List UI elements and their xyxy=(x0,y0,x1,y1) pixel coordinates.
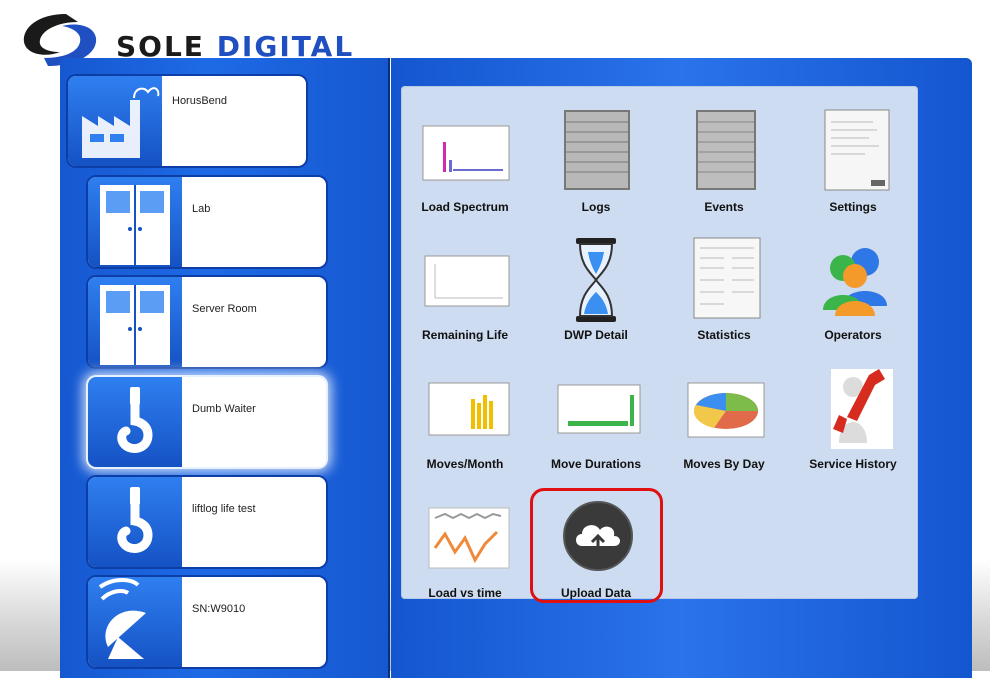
site-card-server-room[interactable]: Server Room xyxy=(88,277,326,367)
tile-load-spectrum[interactable]: Load Spectrum xyxy=(405,108,525,228)
tile-settings[interactable]: Settings xyxy=(793,108,913,228)
tile-label: DWP Detail xyxy=(564,328,628,342)
site-label: liftlog life test xyxy=(192,503,256,515)
life-chart-icon xyxy=(424,255,510,307)
satellite-dish-icon xyxy=(88,577,182,667)
tile-service-history[interactable]: Service History xyxy=(793,365,913,485)
site-label: Server Room xyxy=(192,303,257,315)
tile-label: Service History xyxy=(809,457,897,471)
tile-label: Load vs time xyxy=(428,586,502,600)
tile-operators[interactable]: Operators xyxy=(793,236,913,356)
site-card-dumb-waiter[interactable]: Dumb Waiter xyxy=(88,377,326,467)
site-card-horusbend[interactable]: HorusBend xyxy=(68,76,306,166)
upload-data-highlight xyxy=(530,488,663,603)
tile-label: Settings xyxy=(829,200,877,214)
tile-label: Events xyxy=(704,200,744,214)
tile-move-durations[interactable]: Move Durations xyxy=(536,365,656,485)
tile-moves-by-day[interactable]: Moves By Day xyxy=(664,365,784,485)
site-label: Dumb Waiter xyxy=(192,403,256,415)
tile-logs[interactable]: Logs xyxy=(536,108,656,228)
site-card-liftlog-life-test[interactable]: liftlog life test xyxy=(88,477,326,567)
crane-hook-icon xyxy=(88,377,182,467)
tile-label: Move Durations xyxy=(550,457,641,471)
log-list-icon xyxy=(564,110,630,190)
tile-events[interactable]: Events xyxy=(664,108,784,228)
tile-label: Moves By Day xyxy=(683,457,765,471)
door-icon xyxy=(88,177,182,267)
statistics-report-icon xyxy=(693,237,761,319)
tile-moves-month[interactable]: Moves/Month xyxy=(405,365,525,485)
hourglass-icon xyxy=(576,238,616,322)
monthly-bar-chart-icon xyxy=(428,382,510,436)
site-label: SN:W9010 xyxy=(192,603,246,615)
site-card-lab[interactable]: Lab xyxy=(88,177,326,267)
door-icon xyxy=(88,277,182,367)
factory-icon xyxy=(68,76,162,166)
tile-label: Remaining Life xyxy=(421,328,508,342)
settings-form-icon xyxy=(824,109,890,191)
tile-label: Logs xyxy=(581,200,611,214)
service-wrench-icon xyxy=(831,369,893,449)
duration-chart-icon xyxy=(557,384,641,434)
site-card-sn-w9010[interactable]: SN:W9010 xyxy=(88,577,326,667)
bar-chart-thumbnail-icon xyxy=(422,125,510,181)
tile-label: Operators xyxy=(824,328,882,342)
tile-label: Moves/Month xyxy=(426,457,504,471)
tile-load-vs-time[interactable]: Load vs time xyxy=(405,494,525,614)
people-icon xyxy=(823,248,887,316)
events-list-icon xyxy=(696,110,756,190)
tile-dwp-detail[interactable]: DWP Detail xyxy=(536,236,656,356)
tile-label: Load Spectrum xyxy=(421,200,509,214)
crane-hook-icon xyxy=(88,477,182,567)
site-label: HorusBend xyxy=(172,95,228,107)
tile-remaining-life[interactable]: Remaining Life xyxy=(405,236,525,356)
site-label: Lab xyxy=(192,203,211,215)
tile-label: Statistics xyxy=(697,328,751,342)
tile-statistics[interactable]: Statistics xyxy=(664,236,784,356)
pie-chart-icon xyxy=(687,382,765,438)
line-chart-icon xyxy=(428,507,510,569)
